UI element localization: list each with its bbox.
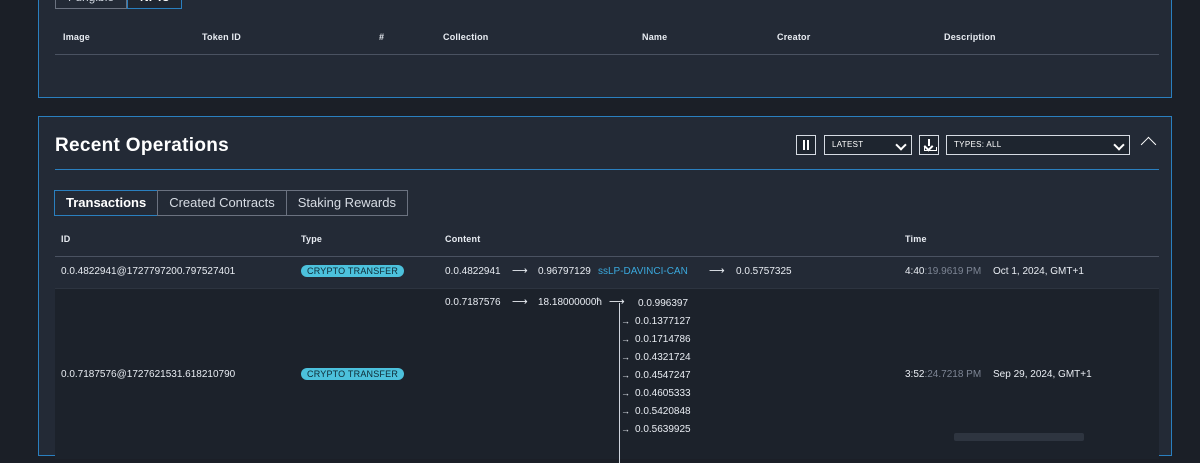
target-account-label: 0.0.4321724 (635, 352, 691, 363)
branch-line (619, 303, 620, 463)
chevron-down-icon (1113, 139, 1125, 151)
target-account-label: 0.0.1714786 (635, 334, 691, 345)
target-account-label: 0.0.5420848 (635, 406, 691, 417)
arrow-right-icon: ⟶ (609, 296, 625, 308)
time-main: 3:52 (905, 369, 925, 380)
type-badge: CRYPTO TRANSFER (301, 368, 405, 380)
transaction-id[interactable]: 0.0.7187576@1727621531.618210790 (61, 369, 235, 380)
target-account[interactable]: → 0.0.1714786 (621, 334, 691, 345)
divider (55, 169, 1159, 170)
tab-nfts[interactable]: NFTs (127, 0, 183, 9)
recent-operations-panel: Recent Operations LATEST TYPES: ALL Tran… (38, 116, 1172, 463)
time-date: Oct 1, 2024, GMT+1 (993, 266, 1084, 277)
nft-panel: Fungible NFTs Image Token ID # Collectio… (38, 0, 1172, 98)
time-seconds: :24.7218 PM (924, 369, 982, 380)
target-account[interactable]: 0.0.996397 (638, 298, 688, 309)
chevron-down-icon (895, 139, 907, 151)
col-id[interactable]: ID (61, 234, 70, 244)
operation-tabs: Transactions Created Contracts Staking R… (54, 190, 408, 216)
target-account-label: 0.0.5639925 (635, 424, 691, 435)
nft-table-header: Image Token ID # Collection Name Creator… (55, 32, 1159, 55)
col-name[interactable]: Name (642, 32, 667, 42)
to-account[interactable]: 0.0.5757325 (736, 266, 792, 277)
target-account[interactable]: → 0.0.4605333 (621, 388, 691, 399)
time-seconds: :19.9619 PM (924, 266, 982, 277)
target-account[interactable]: → 0.0.5639925 (621, 424, 691, 435)
latest-select[interactable]: LATEST (824, 135, 912, 155)
table-row[interactable]: 0.0.4822941@1727797200.797527401 CRYPTO … (55, 256, 1159, 289)
col-description[interactable]: Description (944, 32, 996, 42)
tab-transactions[interactable]: Transactions (54, 190, 159, 216)
latest-select-value: LATEST (832, 140, 864, 149)
col-serial[interactable]: # (379, 32, 384, 42)
transactions-table-header: ID Type Content Time (55, 234, 1159, 257)
target-account[interactable]: → 0.0.4321724 (621, 352, 691, 363)
chevron-up-icon[interactable] (1140, 136, 1157, 153)
target-account-label: 0.0.4605333 (635, 388, 691, 399)
time-value: 3:52:24.7218 PM (905, 369, 981, 380)
token-type-tabs: Fungible NFTs (55, 0, 183, 9)
from-account[interactable]: 0.0.4822941 (445, 266, 501, 277)
col-creator[interactable]: Creator (777, 32, 810, 42)
target-account-label: 0.0.1377127 (635, 316, 691, 327)
col-time[interactable]: Time (905, 234, 927, 244)
download-button[interactable] (919, 135, 939, 155)
tab-fungible[interactable]: Fungible (55, 0, 128, 9)
download-icon (928, 139, 930, 146)
col-token-id[interactable]: Token ID (202, 32, 241, 42)
time-main: 4:40 (905, 266, 925, 277)
time-date: Sep 29, 2024, GMT+1 (993, 369, 1092, 380)
time-value: 4:40:19.9619 PM (905, 266, 981, 277)
col-content[interactable]: Content (445, 234, 480, 244)
col-image[interactable]: Image (63, 32, 90, 42)
target-account[interactable]: → 0.0.1377127 (621, 316, 691, 327)
transfer-amount: 18.18000000ħ (538, 297, 602, 308)
tab-staking-rewards[interactable]: Staking Rewards (285, 190, 408, 216)
arrow-right-icon: ⟶ (709, 265, 725, 277)
from-account[interactable]: 0.0.7187576 (445, 297, 501, 308)
scrollbar[interactable] (954, 433, 1084, 441)
arrow-right-icon: ⟶ (512, 296, 528, 308)
types-select-value: TYPES: ALL (954, 140, 1002, 149)
transfer-amount: 0.96797129 (538, 266, 591, 277)
target-account[interactable]: → 0.0.5420848 (621, 406, 691, 417)
target-account-label: 0.0.4547247 (635, 370, 691, 381)
pause-button[interactable] (796, 135, 816, 155)
transaction-id[interactable]: 0.0.4822941@1727797200.797527401 (61, 266, 235, 277)
tab-created-contracts[interactable]: Created Contracts (157, 190, 287, 216)
col-collection[interactable]: Collection (443, 32, 489, 42)
arrow-right-icon: ⟶ (512, 265, 528, 277)
types-select[interactable]: TYPES: ALL (946, 135, 1130, 155)
type-badge: CRYPTO TRANSFER (301, 265, 405, 277)
token-link[interactable]: ssLP-DAVINCI-CAN (598, 266, 688, 277)
target-account[interactable]: → 0.0.4547247 (621, 370, 691, 381)
col-type[interactable]: Type (301, 234, 322, 244)
page-title: Recent Operations (55, 135, 230, 156)
